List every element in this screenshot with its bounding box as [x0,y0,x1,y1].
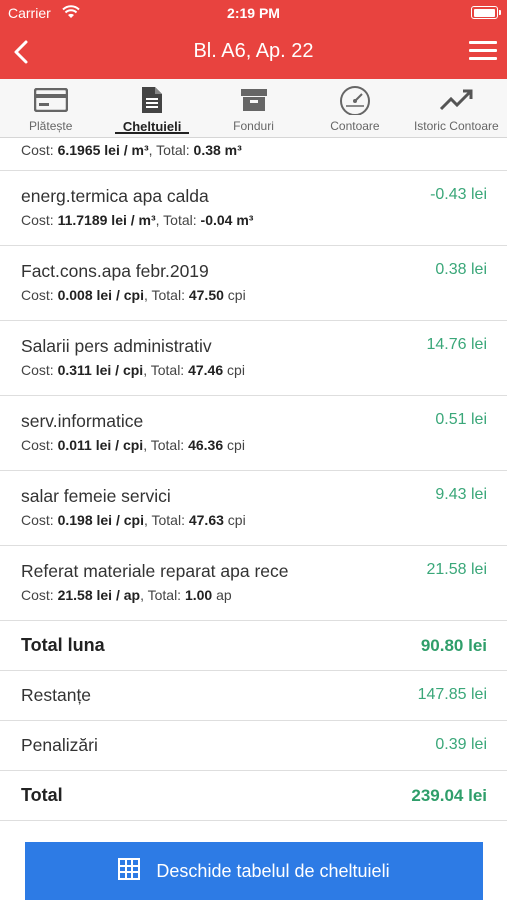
total-luna-label: Total luna [21,635,105,655]
archive-box-icon [203,85,304,115]
penalizari-label: Penalizări [21,735,98,755]
item-name: Referat materiale reparat apa rece [21,561,289,581]
restante-amount: 147.85 lei [417,686,487,703]
list-item[interactable]: salar femeie servici Cost: 0.198 lei / c… [0,471,507,546]
penalizari-amount: 0.39 lei [435,736,487,753]
open-expense-table-button[interactable]: Deschide tabelul de cheltuieli [25,842,483,900]
item-amount: 9.43 lei [435,486,487,503]
item-cost-line: Cost: 21.58 lei / ap, Total: 1.00 ap [21,587,232,603]
item-name: Salarii pers administrativ [21,336,212,356]
item-amount: 0.51 lei [435,411,487,428]
tab-label: Plătește [29,119,73,133]
grid-table-icon [118,857,141,885]
tab-fonduri[interactable]: Fonduri [203,79,304,137]
restante-row: Restanțe 147.85 lei [0,671,507,721]
speedometer-icon [304,85,405,115]
clock: 2:19 PM [227,5,280,21]
tab-label: Cheltuieli [122,119,182,134]
item-amount: 21.58 lei [426,561,488,578]
tab-bar: Plătește Cheltuieli Fonduri Contoare Ist… [0,79,507,138]
tab-cheltuieli[interactable]: Cheltuieli [101,79,202,137]
tab-label: Fonduri [233,119,274,133]
back-chevron-icon[interactable] [6,34,42,70]
grand-total-row: Total 239.04 lei [0,771,507,821]
penalizari-row: Penalizări 0.39 lei [0,721,507,771]
hamburger-menu-icon[interactable] [469,38,497,66]
list-item[interactable]: serv.informatice Cost: 0.011 lei / cpi, … [0,396,507,471]
tab-label: Contoare [330,119,380,133]
item-name: Fact.cons.apa febr.2019 [21,261,209,281]
item-name: salar femeie servici [21,486,171,506]
navigation-bar: Bl. A6, Ap. 22 [0,25,507,79]
total-luna-amount: 90.80 lei [420,636,487,655]
item-cost-line: Cost: 0.198 lei / cpi, Total: 47.63 cpi [21,512,246,528]
item-cost-line: Cost: 0.311 lei / cpi, Total: 47.46 cpi [21,362,245,378]
item-name: energ.termica apa calda [21,186,209,206]
list-item[interactable]: Fact.cons.apa febr.2019 Cost: 0.008 lei … [0,246,507,321]
document-icon [101,85,202,115]
list-item[interactable]: Cost: 6.1965 lei / m³, Total: 0.38 m³ [0,139,507,171]
credit-card-icon [0,85,101,115]
item-name: serv.informatice [21,411,144,431]
item-cost-line: Cost: 0.011 lei / cpi, Total: 46.36 cpi [21,437,245,453]
tab-istoric-contoare[interactable]: Istoric Contoare [406,79,507,137]
item-amount: 0.38 lei [435,261,487,278]
grand-total-label: Total [21,785,63,805]
item-cost-line: Cost: 0.008 lei / cpi, Total: 47.50 cpi [21,287,246,303]
battery-icon [471,6,501,19]
tab-contoare[interactable]: Contoare [304,79,405,137]
item-amount: 14.76 lei [426,336,488,353]
item-cost-line: Cost: 11.7189 lei / m³, Total: -0.04 m³ [21,212,254,228]
tab-plateste[interactable]: Plătește [0,79,101,137]
expense-list: Cost: 6.1965 lei / m³, Total: 0.38 m³ en… [0,139,507,821]
grand-total-amount: 239.04 lei [411,786,487,805]
item-amount: -0.43 lei [430,186,487,203]
total-luna-row: Total luna 90.80 lei [0,621,507,671]
open-expense-table-label: Deschide tabelul de cheltuieli [156,860,390,881]
list-item[interactable]: Referat materiale reparat apa rece Cost:… [0,546,507,621]
status-bar: Carrier 2:19 PM [0,0,507,25]
item-cost-line: Cost: 6.1965 lei / m³, Total: 0.38 m³ [21,142,242,158]
list-item[interactable]: energ.termica apa calda Cost: 11.7189 le… [0,171,507,246]
list-item[interactable]: Salarii pers administrativ Cost: 0.311 l… [0,321,507,396]
page-title: Bl. A6, Ap. 22 [193,40,314,62]
tab-label: Istoric Contoare [413,119,499,133]
trending-up-icon [406,85,507,115]
restante-label: Restanțe [21,685,92,705]
